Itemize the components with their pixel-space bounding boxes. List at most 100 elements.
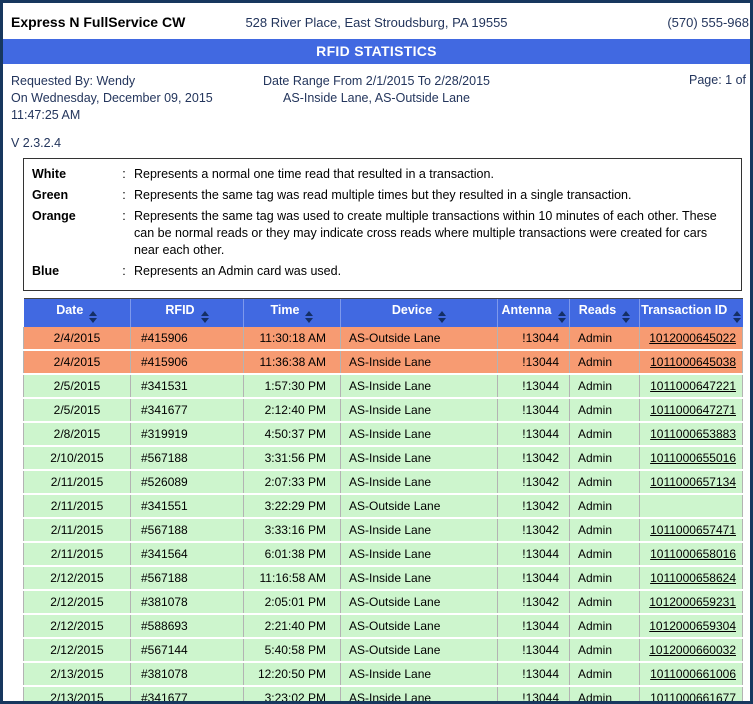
legend-colon: : — [114, 208, 134, 259]
column-header-device[interactable]: Device — [341, 299, 498, 328]
time-cell: 12:20:50 PM — [244, 662, 341, 686]
reads-cell: Admin — [570, 686, 640, 704]
antenna-cell: !13042 — [498, 494, 570, 518]
date-cell: 2/13/2015 — [24, 686, 131, 704]
column-label: RFID — [165, 303, 194, 317]
antenna-cell: !13044 — [498, 374, 570, 398]
transaction-link[interactable]: 1011000647271 — [650, 403, 736, 417]
column-header-date[interactable]: Date — [24, 299, 131, 328]
time-cell: 2:12:40 PM — [244, 398, 341, 422]
version-label: V 2.3.2.4 — [11, 136, 61, 150]
lane-list: AS-Inside Lane, AS-Outside Lane — [3, 90, 750, 107]
table-row: 2/12/2015#3810782:05:01 PMAS-Outside Lan… — [24, 590, 743, 614]
report-title-bar: RFID STATISTICS — [3, 39, 750, 64]
legend-row: Green:Represents the same tag was read m… — [32, 187, 733, 204]
table-row: 2/13/2015#3416773:23:02 PMAS-Inside Lane… — [24, 686, 743, 704]
rfid-cell: #319919 — [131, 422, 244, 446]
transaction-id-cell: 1011000657471 — [640, 518, 743, 542]
reads-cell: Admin — [570, 542, 640, 566]
antenna-cell: !13044 — [498, 398, 570, 422]
rfid-cell: #341531 — [131, 374, 244, 398]
column-label: Reads — [579, 303, 617, 317]
transaction-link[interactable]: 1012000645022 — [649, 331, 736, 345]
page-number: Page: 1 of — [689, 73, 746, 87]
rfid-cell: #341677 — [131, 398, 244, 422]
sort-arrows-icon — [89, 311, 97, 323]
transaction-link[interactable]: 1011000661006 — [650, 667, 736, 681]
date-cell: 2/11/2015 — [24, 542, 131, 566]
reads-cell: Admin — [570, 374, 640, 398]
table-row: 2/11/2015#5671883:33:16 PMAS-Inside Lane… — [24, 518, 743, 542]
table-row: 2/12/2015#5671445:40:58 PMAS-Outside Lan… — [24, 638, 743, 662]
column-header-reads[interactable]: Reads — [570, 299, 640, 328]
time-cell: 3:33:16 PM — [244, 518, 341, 542]
transaction-id-cell: 1011000647271 — [640, 398, 743, 422]
reads-cell: Admin — [570, 638, 640, 662]
requested-time: 11:47:25 AM — [11, 107, 213, 124]
transaction-link[interactable]: 1011000645038 — [650, 355, 736, 369]
transaction-id-cell: 1011000661006 — [640, 662, 743, 686]
device-cell: AS-Outside Lane — [341, 590, 498, 614]
legend-colon: : — [114, 187, 134, 204]
time-cell: 2:05:01 PM — [244, 590, 341, 614]
table-row: 2/4/2015#41590611:30:18 AMAS-Outside Lan… — [24, 327, 743, 350]
transaction-link[interactable]: 1011000661677 — [650, 691, 736, 704]
legend-label: White — [32, 166, 114, 183]
device-cell: AS-Inside Lane — [341, 470, 498, 494]
device-cell: AS-Outside Lane — [341, 614, 498, 638]
table-body: 2/4/2015#41590611:30:18 AMAS-Outside Lan… — [24, 327, 743, 704]
device-cell: AS-Inside Lane — [341, 422, 498, 446]
column-label: Transaction ID — [641, 303, 727, 317]
table-row: 2/5/2015#3416772:12:40 PMAS-Inside Lane!… — [24, 398, 743, 422]
column-header-rfid[interactable]: RFID — [131, 299, 244, 328]
reads-cell: Admin — [570, 662, 640, 686]
reads-cell: Admin — [570, 422, 640, 446]
transaction-link[interactable]: 1011000658016 — [650, 547, 736, 561]
antenna-cell: !13044 — [498, 542, 570, 566]
transaction-link[interactable]: 1011000657134 — [650, 475, 736, 489]
transaction-id-cell — [640, 494, 743, 518]
transaction-link[interactable]: 1011000655016 — [650, 451, 736, 465]
date-cell: 2/12/2015 — [24, 638, 131, 662]
transaction-id-cell: 1011000657134 — [640, 470, 743, 494]
time-cell: 2:07:33 PM — [244, 470, 341, 494]
reads-cell: Admin — [570, 518, 640, 542]
column-label: Device — [392, 303, 432, 317]
time-cell: 11:36:38 AM — [244, 350, 341, 374]
transaction-link[interactable]: 1011000647221 — [650, 379, 736, 393]
transaction-link[interactable]: 1011000658624 — [650, 571, 736, 585]
device-cell: AS-Outside Lane — [341, 327, 498, 350]
column-header-time[interactable]: Time — [244, 299, 341, 328]
date-cell: 2/5/2015 — [24, 374, 131, 398]
reads-cell: Admin — [570, 590, 640, 614]
column-header-transaction-id[interactable]: Transaction ID — [640, 299, 743, 328]
device-cell: AS-Inside Lane — [341, 398, 498, 422]
antenna-cell: !13044 — [498, 350, 570, 374]
antenna-cell: !13042 — [498, 590, 570, 614]
transaction-link[interactable]: 1012000660032 — [649, 643, 736, 657]
antenna-cell: !13044 — [498, 422, 570, 446]
column-label: Date — [56, 303, 83, 317]
antenna-cell: !13044 — [498, 614, 570, 638]
time-cell: 11:16:58 AM — [244, 566, 341, 590]
transaction-link[interactable]: 1012000659231 — [649, 595, 736, 609]
table-row: 2/10/2015#5671883:31:56 PMAS-Inside Lane… — [24, 446, 743, 470]
report-page: Express N FullService CW 528 River Place… — [0, 0, 753, 704]
transaction-link[interactable]: 1011000657471 — [650, 523, 736, 537]
time-cell: 11:30:18 AM — [244, 327, 341, 350]
rfid-cell: #567144 — [131, 638, 244, 662]
legend-description: Represents an Admin card was used. — [134, 263, 730, 280]
transaction-id-cell: 1011000647221 — [640, 374, 743, 398]
legend-label: Blue — [32, 263, 114, 280]
antenna-cell: !13042 — [498, 470, 570, 494]
column-header-antenna[interactable]: Antenna — [498, 299, 570, 328]
rfid-cell: #567188 — [131, 566, 244, 590]
sort-arrows-icon — [305, 311, 313, 323]
transaction-link[interactable]: 1011000653883 — [650, 427, 736, 441]
transaction-link[interactable]: 1012000659304 — [649, 619, 736, 633]
device-cell: AS-Inside Lane — [341, 518, 498, 542]
rfid-cell: #588693 — [131, 614, 244, 638]
date-cell: 2/10/2015 — [24, 446, 131, 470]
rfid-cell: #341677 — [131, 686, 244, 704]
transaction-id-cell: 1012000659304 — [640, 614, 743, 638]
